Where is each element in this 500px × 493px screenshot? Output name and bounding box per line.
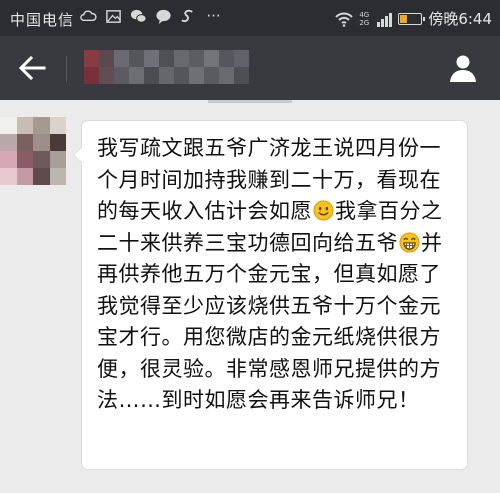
more-icon: ··· xyxy=(206,7,221,25)
profile-icon[interactable] xyxy=(448,53,478,83)
clock: 傍晚6:44 xyxy=(428,10,492,28)
signal-icon xyxy=(377,11,393,27)
chat-bubble-icon xyxy=(156,9,171,25)
carrier-label: 中国电信 xyxy=(10,11,75,29)
cloud-icon xyxy=(80,10,97,21)
back-arrow-icon[interactable] xyxy=(18,55,46,81)
wifi-icon xyxy=(335,12,354,27)
image-icon xyxy=(106,10,121,23)
chat-area[interactable]: 我写疏文跟五爷广济龙王说四月份一个月时间加持我赚到二十万，看现在的每天收入估计会… xyxy=(0,103,500,493)
smile-emoji-icon xyxy=(313,200,334,221)
battery-icon xyxy=(398,12,426,25)
grin-emoji-icon xyxy=(399,231,420,253)
avatar[interactable] xyxy=(0,117,66,185)
notification-icons: ··· xyxy=(80,8,222,25)
status-right: 4G 2G 傍晚6:44 xyxy=(335,8,492,29)
message-text: 我写疏文跟五爷广济龙王说四月份一个月时间加持我赚到二十万，看现在的每天收入估计会… xyxy=(97,133,457,417)
network-type-label: 4G 2G xyxy=(359,10,370,27)
sougou-icon xyxy=(181,9,193,23)
wechat-icon xyxy=(130,9,147,23)
battery-level xyxy=(400,14,407,23)
header-divider xyxy=(66,56,67,82)
message-bubble[interactable]: 我写疏文跟五爷广济龙王说四月份一个月时间加持我赚到二十万，看现在的每天收入估计会… xyxy=(73,121,467,469)
app-bar xyxy=(0,36,500,100)
chat-title-redacted xyxy=(84,50,249,84)
message-segment: 并再供养他五万个金元宝，但真如愿了我觉得至少应该烧供五爷十万个金元宝才行。用您微… xyxy=(97,230,443,413)
status-bar: 中国电信 ··· 4G 2G 傍晚6:44 xyxy=(0,0,500,36)
